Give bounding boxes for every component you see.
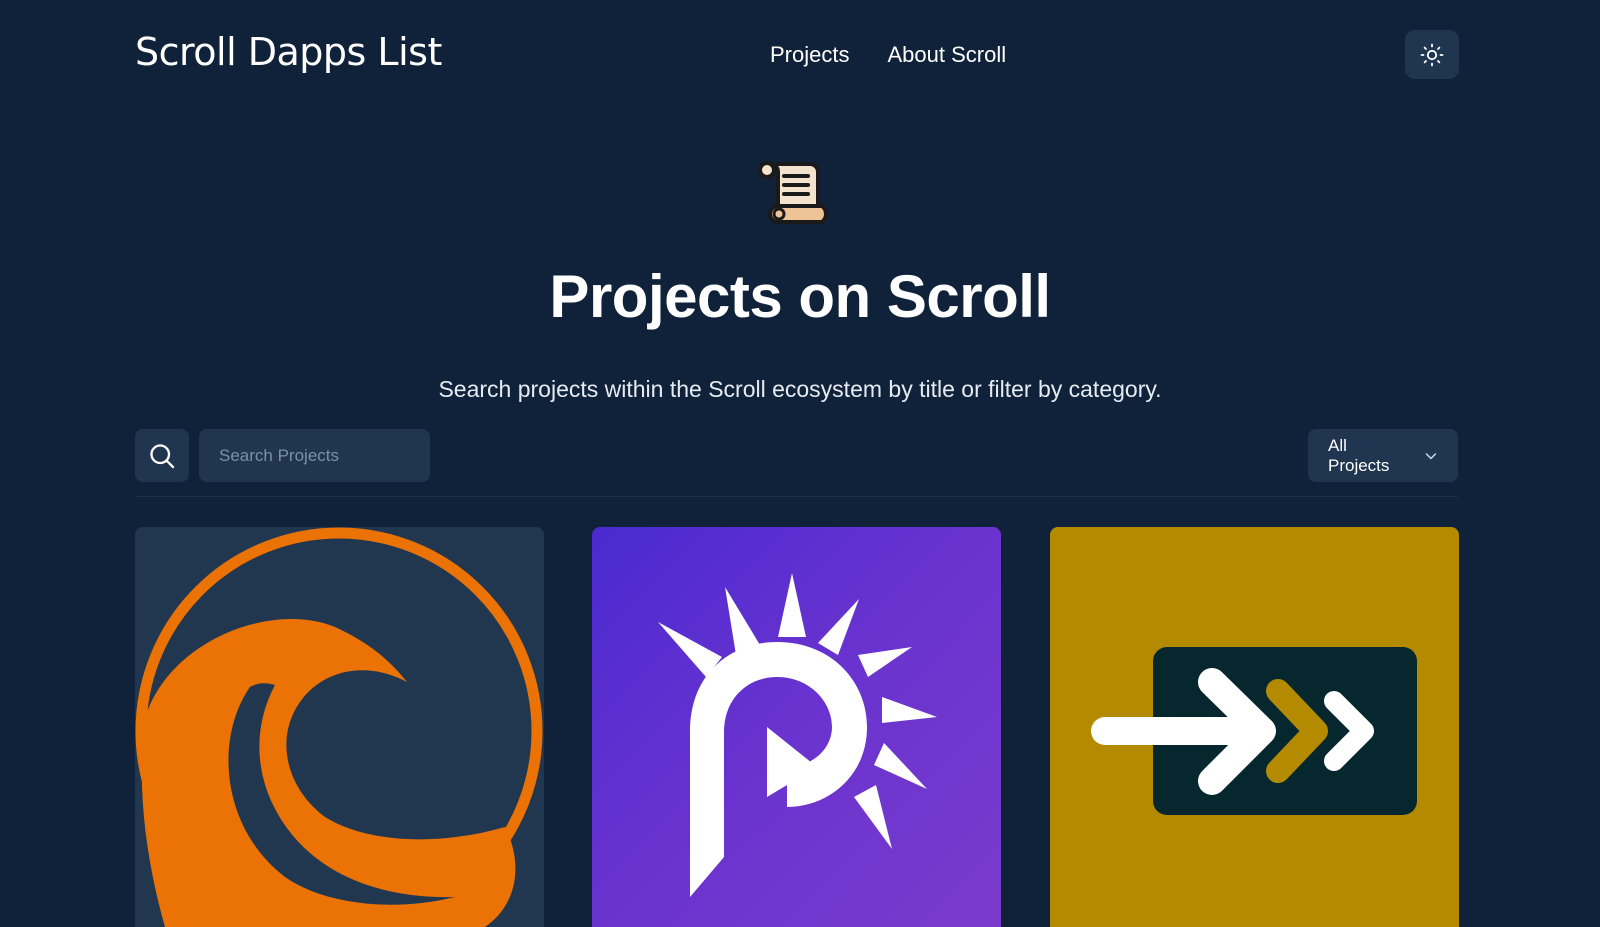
search-input[interactable] xyxy=(199,429,430,482)
project-card[interactable] xyxy=(135,527,544,927)
main-nav: Projects About Scroll xyxy=(770,42,1006,68)
nav-link-about-scroll[interactable]: About Scroll xyxy=(887,42,1006,68)
chevron-down-icon xyxy=(1425,452,1437,459)
scroll-emoji-icon xyxy=(758,161,828,224)
filter-selected-label: All Projects xyxy=(1328,435,1390,475)
project-card[interactable] xyxy=(1050,527,1459,927)
sun-icon xyxy=(1420,43,1444,66)
project-card[interactable] xyxy=(592,527,1001,927)
site-title[interactable]: Scroll Dapps List xyxy=(135,30,442,74)
wave-logo-icon xyxy=(135,527,543,927)
divider xyxy=(135,496,1458,497)
search-icon xyxy=(150,443,175,468)
theme-toggle-button[interactable] xyxy=(1405,30,1459,79)
site-header: Scroll Dapps List Projects About Scroll xyxy=(0,0,1600,110)
arrow-chevrons-logo-icon xyxy=(1091,647,1417,815)
category-filter-select[interactable]: All Projects xyxy=(1308,429,1458,482)
page-title: Projects on Scroll xyxy=(549,263,1051,330)
p-sunburst-logo-icon xyxy=(658,573,937,897)
search-button[interactable] xyxy=(135,429,189,482)
page-subtitle: Search projects within the Scroll ecosys… xyxy=(438,376,1162,402)
nav-link-projects[interactable]: Projects xyxy=(770,42,849,68)
